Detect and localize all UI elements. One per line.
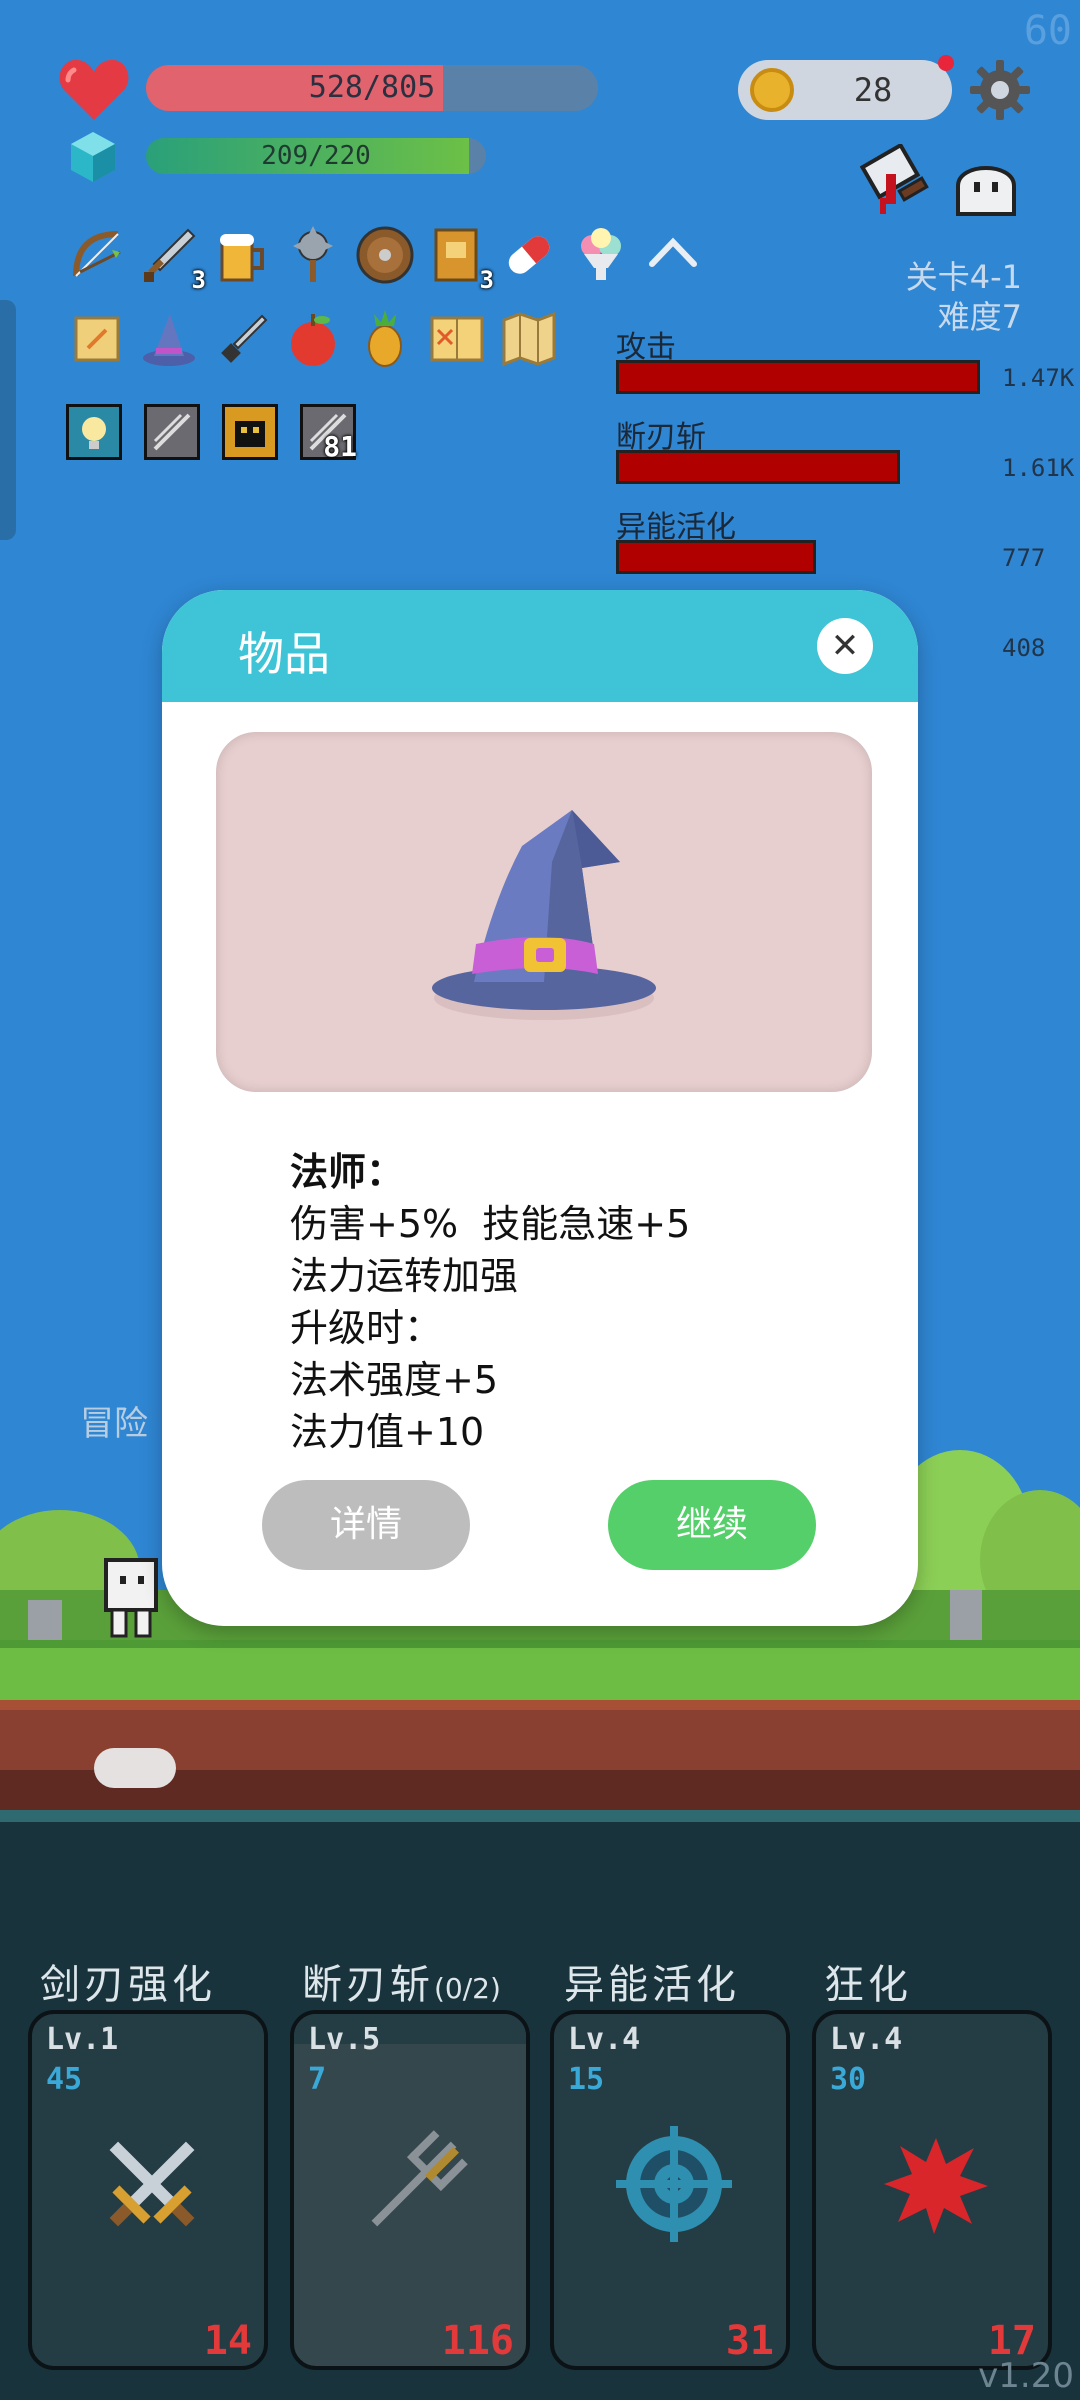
wizard-hat-icon: [422, 802, 666, 1022]
item-effect-line: 升级时：: [290, 1306, 443, 1350]
damage-value: 1.47K: [1002, 364, 1075, 392]
item-dialog: 物品 ✕ 法师： 伤害+5% 技能急速+5 法力运转加强 升级时： 法术强度+5…: [162, 590, 918, 1626]
inventory-row-2: [64, 306, 562, 372]
item-count: 3: [191, 266, 206, 294]
skill-cost: 30: [830, 2062, 867, 2097]
item-name: 法师：: [290, 1150, 405, 1194]
skill-title: 狂化: [824, 1962, 912, 2008]
skill-title: 剑刃强化: [40, 1962, 216, 2008]
scroll-icon[interactable]: [64, 306, 130, 372]
slash-buff-icon[interactable]: 81: [300, 404, 357, 463]
item-description: 法师： 伤害+5% 技能急速+5 法力运转加强 升级时： 法术强度+5 法力值+…: [290, 1146, 690, 1458]
skill-count: 14: [203, 2318, 252, 2364]
heart-icon: [58, 56, 130, 122]
apple-icon[interactable]: [280, 306, 346, 372]
continue-button[interactable]: 继续: [608, 1480, 816, 1570]
damage-bar: [616, 540, 816, 574]
dagger-icon[interactable]: [208, 306, 274, 372]
adventure-label: 冒险: [80, 1404, 148, 1444]
damage-value: 777: [1002, 544, 1046, 572]
mace-icon[interactable]: [280, 222, 346, 288]
damage-bar: [616, 450, 900, 484]
skill-card-sword-enhance[interactable]: Lv.1 45 14: [28, 2010, 268, 2370]
ice-cream-icon[interactable]: [568, 222, 634, 288]
sword-icon[interactable]: 3: [136, 222, 206, 294]
close-button[interactable]: ✕: [817, 618, 873, 674]
item-effect-line: 伤害+5% 技能急速+5: [290, 1202, 691, 1246]
damage-value: 1.61K: [1002, 454, 1075, 482]
hp-text: 528/805: [308, 70, 436, 105]
difficulty-label: 难度7: [937, 298, 1022, 336]
skill-level: Lv.4: [830, 2022, 903, 2057]
skill-level: Lv.5: [308, 2022, 381, 2057]
item-preview: [216, 732, 872, 1092]
buff-count: 81: [323, 430, 357, 463]
skill-count: 31: [725, 2318, 774, 2364]
monster-buff-icon[interactable]: [222, 404, 278, 460]
skill-level: Lv.1: [46, 2022, 119, 2057]
lightbulb-buff-icon[interactable]: [66, 404, 122, 460]
trident-icon: [354, 2124, 474, 2244]
fps-counter: 60: [1023, 8, 1072, 54]
damage-bar: [616, 360, 980, 394]
target-icon: [614, 2124, 734, 2244]
cleaver-icon[interactable]: [859, 142, 940, 224]
beer-mug-icon[interactable]: [208, 222, 274, 288]
panel-divider: [0, 1810, 1080, 1822]
wizard-hat-icon[interactable]: [136, 306, 202, 372]
slash-buff-icon[interactable]: [144, 404, 200, 460]
book-icon[interactable]: 3: [424, 222, 494, 294]
skill-title: 异能活化: [564, 1962, 740, 2008]
skill-count: 116: [441, 2318, 514, 2364]
dialog-title: 物品: [238, 627, 330, 681]
gear-icon[interactable]: [968, 58, 1032, 122]
mana-gem-icon: [68, 130, 118, 184]
skill-cost: 7: [308, 2062, 327, 2097]
skill-card-broken-blade[interactable]: Lv.5 7 116: [290, 2010, 530, 2370]
skill-card-berserk[interactable]: Lv.4 30 17: [812, 2010, 1052, 2370]
chevron-up-icon[interactable]: [640, 222, 706, 288]
item-count: 3: [479, 266, 494, 294]
skill-card-ability-activate[interactable]: Lv.4 15 31: [550, 2010, 790, 2370]
skill-cost: 45: [46, 2062, 83, 2097]
item-effect-line: 法术强度+5: [290, 1358, 499, 1402]
mp-text: 209/220: [261, 141, 371, 171]
ghost-icon[interactable]: [950, 150, 1022, 222]
coin-counter[interactable]: 28: [738, 60, 952, 120]
map-icon[interactable]: [496, 306, 562, 372]
damage-value: 408: [1002, 634, 1046, 662]
hp-bar: 528/805: [146, 65, 598, 111]
item-effect-line: 法力值+10: [290, 1410, 485, 1454]
mp-bar: 209/220: [146, 138, 486, 174]
skill-title: 断刃斩(0/2): [302, 1962, 501, 2008]
notification-dot: [938, 55, 954, 71]
pineapple-icon[interactable]: [352, 306, 418, 372]
close-icon: ✕: [830, 626, 860, 666]
side-drawer-handle[interactable]: [0, 300, 16, 540]
coin-icon: [750, 68, 794, 112]
coin-count: 28: [853, 71, 893, 109]
buffs-row: 81: [66, 404, 357, 463]
skill-level: Lv.4: [568, 2022, 641, 2057]
detail-button[interactable]: 详情: [262, 1480, 470, 1570]
version-label: v1.20: [978, 2356, 1074, 2396]
round-shield-icon[interactable]: [352, 222, 418, 288]
buried-bone: [94, 1748, 176, 1788]
blood-splat-icon: [876, 2124, 996, 2244]
item-effect-line: 法力运转加强: [290, 1254, 519, 1298]
crossed-swords-icon: [92, 2124, 212, 2244]
pill-icon[interactable]: [496, 222, 562, 288]
recipe-book-icon[interactable]: [424, 306, 490, 372]
bow-icon[interactable]: [64, 222, 130, 288]
skill-cost: 15: [568, 2062, 605, 2097]
inventory-row-1: 3 3: [64, 222, 706, 294]
grass-ground: [0, 1640, 1080, 1700]
